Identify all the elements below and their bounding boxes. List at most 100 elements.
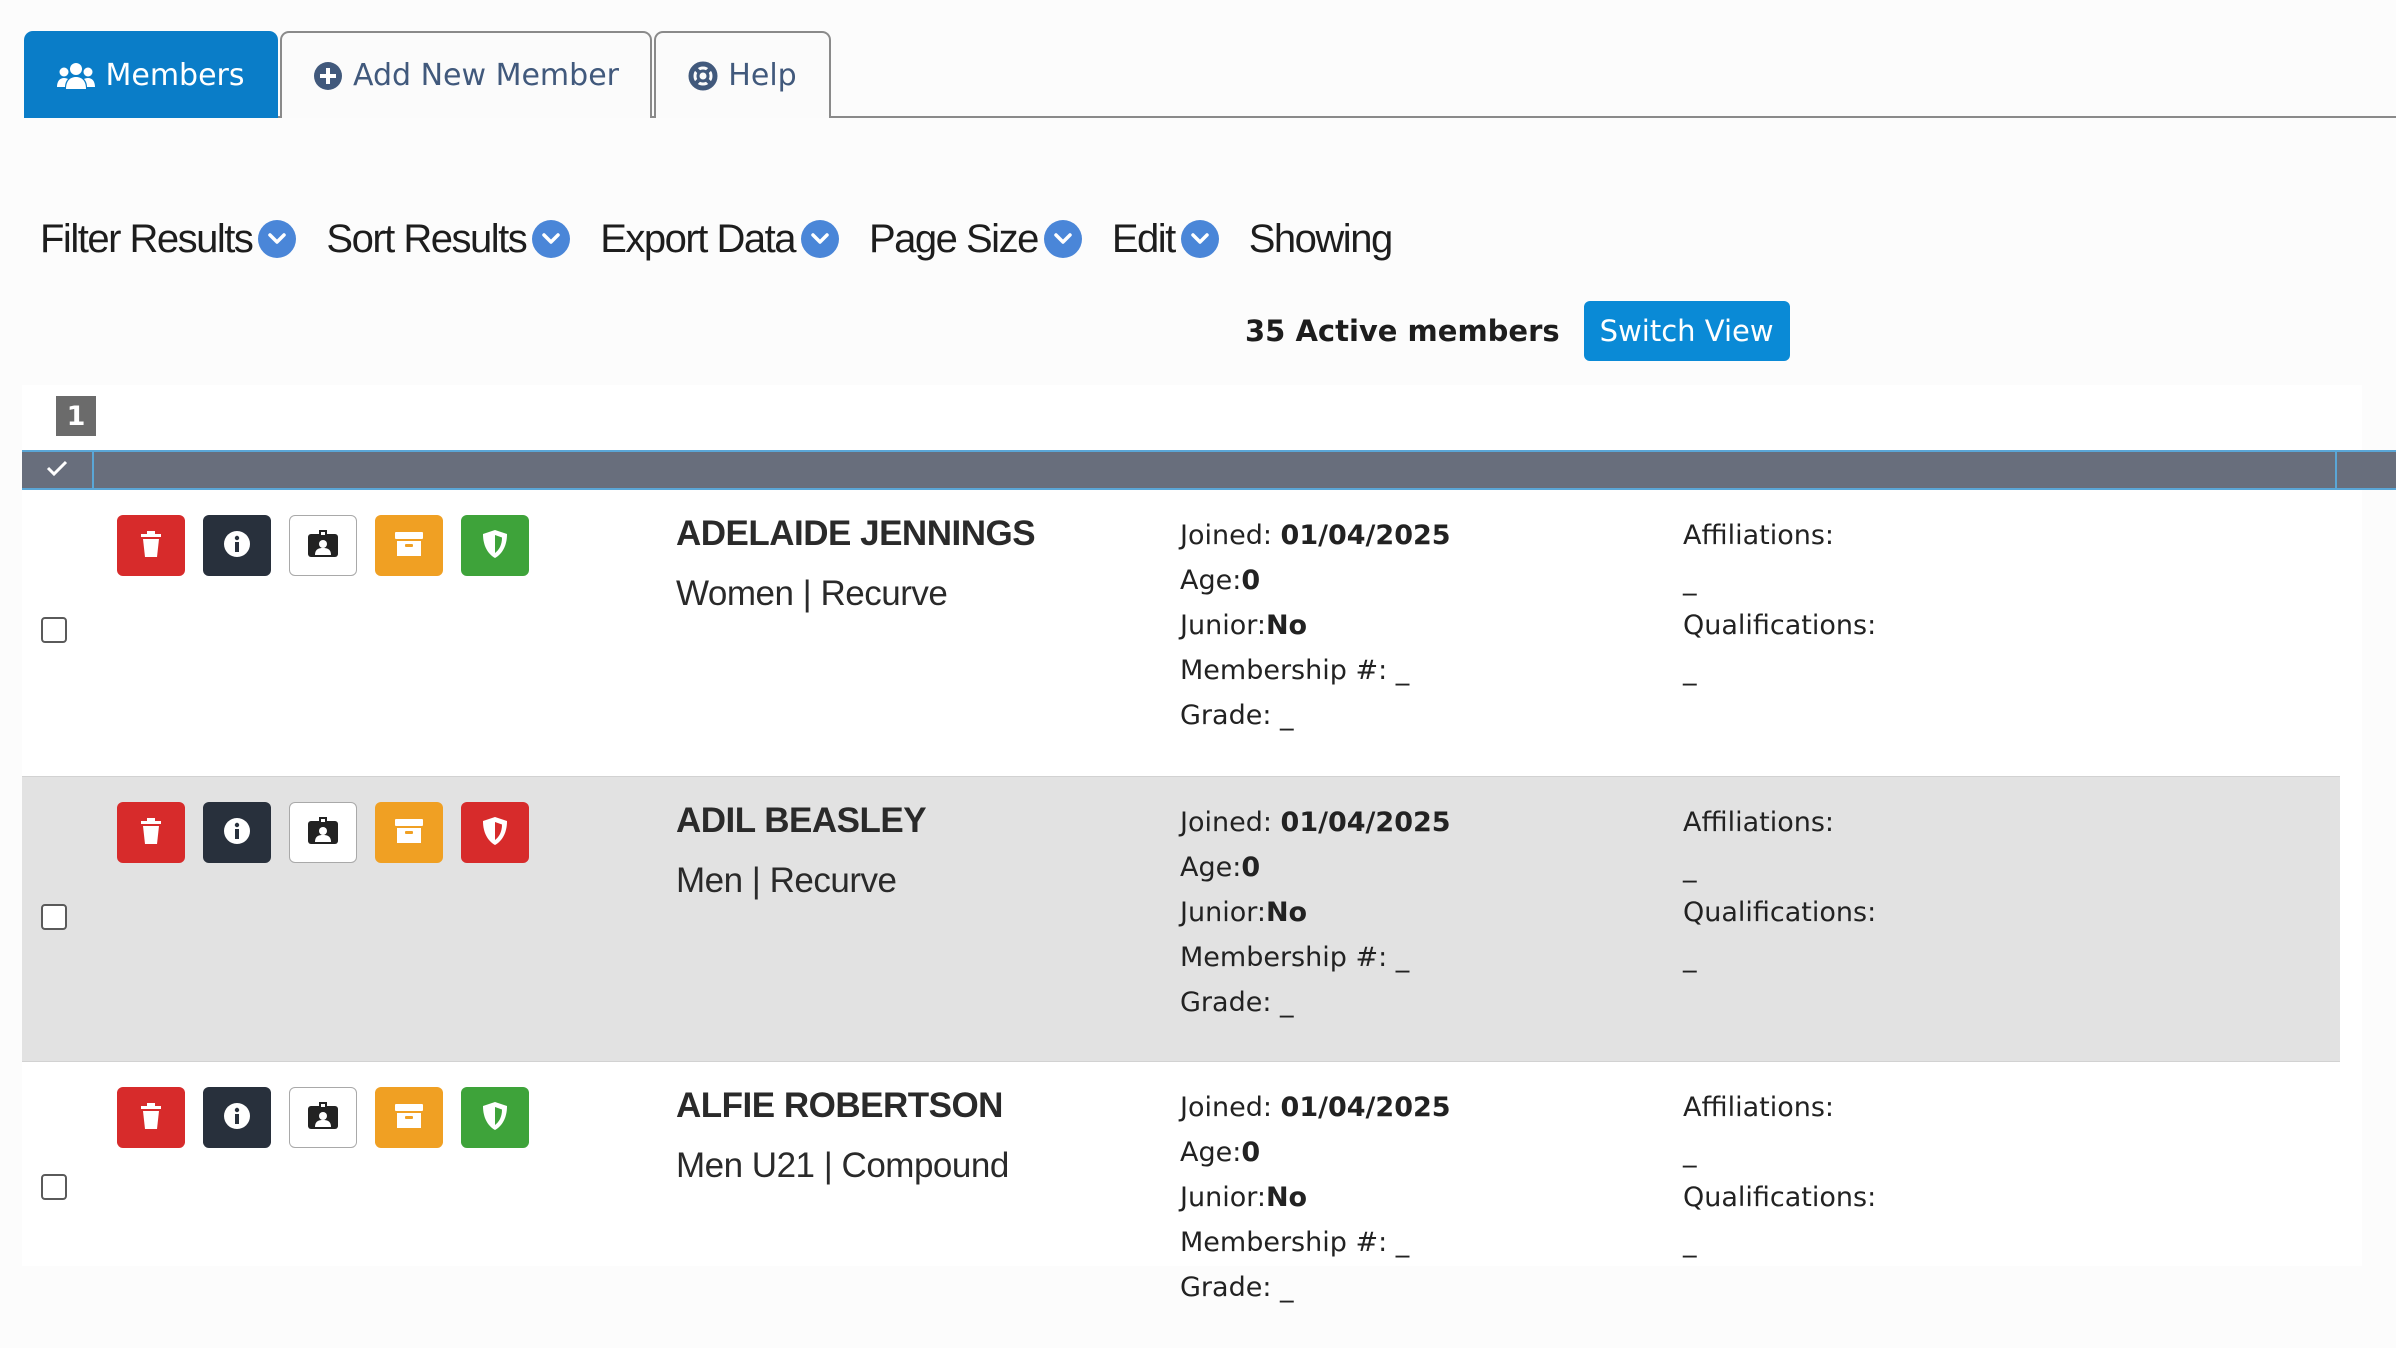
member-affiliations: Affiliations: _ Qualifications: _ <box>1683 800 1876 980</box>
page-size-dropdown[interactable]: Page Size <box>869 217 1082 262</box>
joined-value: 01/04/2025 <box>1280 520 1451 551</box>
joined-label: Joined: <box>1180 520 1272 551</box>
member-details: Joined: 01/04/2025 Age:0 Junior:No Membe… <box>1180 800 1451 1025</box>
delete-button[interactable] <box>117 1087 185 1148</box>
id-card-button[interactable] <box>289 1087 357 1148</box>
row-select-checkbox[interactable] <box>41 904 67 930</box>
tab-members[interactable]: Members <box>24 31 278 118</box>
select-all-toggle[interactable] <box>22 452 94 488</box>
membership-value: _ <box>1395 942 1410 973</box>
check-icon <box>46 459 68 481</box>
shield-icon <box>482 1101 508 1135</box>
tab-help[interactable]: Help <box>654 31 831 118</box>
shield-icon <box>482 816 508 850</box>
tab-members-label: Members <box>105 58 245 93</box>
member-details: Joined: 01/04/2025 Age:0 Junior:No Membe… <box>1180 513 1451 738</box>
affiliations-label: Affiliations: <box>1683 1092 1835 1123</box>
member-row: ADIL BEASLEY Men | Recurve Joined: 01/04… <box>22 776 2340 1062</box>
delete-button[interactable] <box>117 802 185 863</box>
chevron-down-icon <box>1043 220 1082 258</box>
qualifications-value: _ <box>1683 655 1697 686</box>
info-icon <box>223 1102 251 1134</box>
membership-value: _ <box>1395 655 1410 686</box>
filter-results-dropdown[interactable]: Filter Results <box>40 217 297 262</box>
member-name[interactable]: ADELAIDE JENNINGS <box>676 514 1036 554</box>
id-card-button[interactable] <box>289 515 357 576</box>
header-divider <box>2335 452 2337 488</box>
member-details: Joined: 01/04/2025 Age:0 Junior:No Membe… <box>1180 1085 1451 1310</box>
grade-value: _ <box>1280 1272 1294 1303</box>
status-shield-button[interactable] <box>461 802 529 863</box>
page-size-label: Page Size <box>868 216 1039 261</box>
joined-label: Joined: <box>1180 807 1272 838</box>
membership-value: _ <box>1395 1227 1410 1258</box>
archive-box-icon <box>394 531 424 561</box>
affiliations-value: _ <box>1683 1137 1697 1168</box>
member-division: Men | Recurve <box>676 861 897 900</box>
age-label: Age: <box>1180 1137 1242 1168</box>
affiliations-label: Affiliations: <box>1683 520 1835 551</box>
junior-value: No <box>1265 610 1308 641</box>
chevron-down-icon <box>1180 220 1219 258</box>
member-name[interactable]: ALFIE ROBERTSON <box>676 1086 1003 1126</box>
chevron-down-icon <box>800 220 839 258</box>
tab-bar: Members Add New Member Help <box>0 0 2396 118</box>
age-value: 0 <box>1241 1137 1261 1168</box>
archive-button[interactable] <box>375 1087 443 1148</box>
qualifications-label: Qualifications: <box>1683 1182 1877 1213</box>
edit-label: Edit <box>1111 216 1176 261</box>
row-select-checkbox[interactable] <box>41 617 67 643</box>
joined-value: 01/04/2025 <box>1280 1092 1451 1123</box>
switch-view-button[interactable]: Switch View <box>1583 301 1790 361</box>
membership-label: Membership #: <box>1180 1227 1388 1258</box>
tab-help-label: Help <box>728 58 797 93</box>
row-actions <box>117 515 529 576</box>
sort-results-dropdown[interactable]: Sort Results <box>326 217 571 262</box>
joined-value: 01/04/2025 <box>1280 807 1451 838</box>
info-button[interactable] <box>203 1087 271 1148</box>
info-button[interactable] <box>203 515 271 576</box>
edit-dropdown[interactable]: Edit <box>1112 217 1219 262</box>
chevron-down-icon <box>258 220 297 258</box>
age-label: Age: <box>1180 565 1242 596</box>
export-data-label: Export Data <box>600 216 796 261</box>
qualifications-label: Qualifications: <box>1683 610 1877 641</box>
tab-add-new-member-label: Add New Member <box>353 58 619 93</box>
shield-icon <box>482 529 508 563</box>
id-card-button[interactable] <box>289 802 357 863</box>
delete-button[interactable] <box>117 515 185 576</box>
info-button[interactable] <box>203 802 271 863</box>
grade-value: _ <box>1280 700 1294 731</box>
status-shield-button[interactable] <box>461 515 529 576</box>
membership-label: Membership #: <box>1180 942 1388 973</box>
affiliations-label: Affiliations: <box>1683 807 1835 838</box>
affiliations-value: _ <box>1683 565 1697 596</box>
membership-label: Membership #: <box>1180 655 1388 686</box>
qualifications-value: _ <box>1683 942 1697 973</box>
grade-label: Grade: <box>1180 987 1272 1018</box>
age-value: 0 <box>1241 852 1261 883</box>
status-shield-button[interactable] <box>461 1087 529 1148</box>
users-icon <box>57 62 96 90</box>
page-number-badge[interactable]: 1 <box>56 396 96 436</box>
member-name[interactable]: ADIL BEASLEY <box>676 801 927 841</box>
lifebuoy-icon <box>688 61 718 91</box>
chevron-down-icon <box>532 220 571 258</box>
joined-label: Joined: <box>1180 1092 1272 1123</box>
junior-label: Junior: <box>1180 1182 1266 1213</box>
archive-button[interactable] <box>375 515 443 576</box>
export-data-dropdown[interactable]: Export Data <box>600 217 839 262</box>
archive-box-icon <box>394 1103 424 1133</box>
row-actions <box>117 802 529 863</box>
member-division: Women | Recurve <box>676 574 948 613</box>
trash-icon <box>139 817 163 849</box>
id-badge-icon <box>307 529 339 562</box>
info-icon <box>223 817 251 849</box>
row-select-checkbox[interactable] <box>41 1174 67 1200</box>
junior-value: No <box>1265 1182 1308 1213</box>
junior-label: Junior: <box>1180 610 1266 641</box>
junior-label: Junior: <box>1180 897 1266 928</box>
archive-button[interactable] <box>375 802 443 863</box>
tab-add-new-member[interactable]: Add New Member <box>280 31 652 118</box>
grade-label: Grade: <box>1180 700 1272 731</box>
